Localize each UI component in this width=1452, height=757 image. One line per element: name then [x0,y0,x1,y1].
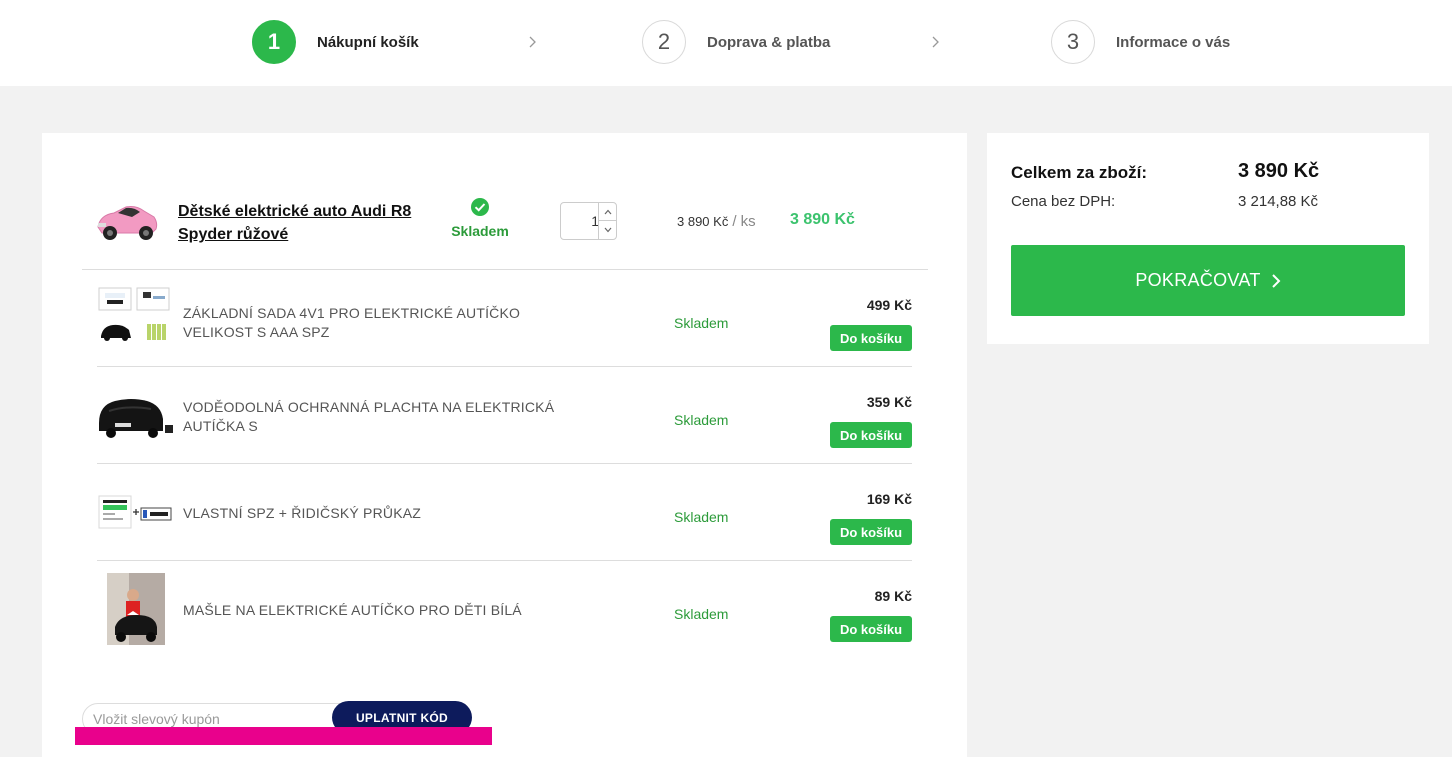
product-image[interactable] [97,375,173,453]
add-to-cart-button[interactable]: Do košíku [830,325,912,351]
product-name-link[interactable]: Dětské elektrické auto Audi R8 Spyder rů… [178,200,438,246]
total-value: 3 890 Kč [1238,160,1320,182]
check-circle-icon [471,198,489,216]
product-name[interactable]: ZÁKLADNÍ SADA 4V1 PRO ELEKTRICKÉ AUTÍČKO… [183,304,563,342]
quantity-value[interactable]: 1 [561,203,599,239]
stock-label: Skladem [674,606,729,622]
price-without-vat-value: 3 214,88 Kč [1238,193,1319,210]
step-cart[interactable]: 1 Nákupní košík [252,20,419,64]
list-item: VLASTNÍ SPZ + ŘIDIČSKÝ PRŮKAZ Skladem 16… [97,464,912,561]
chevron-down-icon [604,227,611,233]
unit-suffix: / ks [732,213,756,230]
add-to-cart-button[interactable]: Do košíku [830,519,912,545]
stock-status: Skladem [450,197,510,239]
continue-button[interactable]: POKRAČOVAT [1011,245,1405,316]
product-price: 89 Kč [874,588,912,604]
checkout-steps: 1 Nákupní košík 2 Doprava & platba 3 Inf… [0,0,1452,86]
stock-label: Skladem [451,223,509,239]
total-label: Celkem za zboží: [1011,163,1148,182]
pink-ride-on-car-image[interactable] [92,195,160,245]
list-item: MAŠLE NA ELEKTRICKÉ AUTÍČKO PRO DĚTI BÍL… [97,561,912,658]
product-price: 499 Kč [866,297,912,313]
quantity-decrease-button[interactable] [598,221,616,239]
add-to-cart-button[interactable]: Do košíku [830,616,912,642]
cart-panel: Dětské elektrické auto Audi R8 Spyder rů… [42,133,967,757]
chevron-right-icon [1271,273,1281,288]
list-item: ZÁKLADNÍ SADA 4V1 PRO ELEKTRICKÉ AUTÍČKO… [97,270,912,367]
stock-label: Skladem [674,412,729,428]
quantity-stepper[interactable]: 1 [560,202,617,240]
step-shipping-payment[interactable]: 2 Doprava & platba [642,20,830,64]
stock-label: Skladem [674,509,729,525]
chevron-right-icon [529,36,536,48]
stock-label: Skladem [674,315,729,331]
quantity-increase-button[interactable] [598,203,616,221]
promo-bar [75,727,492,745]
product-name[interactable]: MAŠLE NA ELEKTRICKÉ AUTÍČKO PRO DĚTI BÍL… [183,601,563,620]
list-item: VODĚODOLNÁ OCHRANNÁ PLACHTA NA ELEKTRICK… [97,367,912,464]
product-name[interactable]: VODĚODOLNÁ OCHRANNÁ PLACHTA NA ELEKTRICK… [183,398,563,436]
step-number: 3 [1051,20,1095,64]
add-to-cart-button[interactable]: Do košíku [830,422,912,448]
chevron-up-icon [604,209,611,214]
product-price: 169 Kč [866,491,912,507]
cart-item: Dětské elektrické auto Audi R8 Spyder rů… [42,133,967,270]
product-image[interactable] [97,472,173,550]
step-label: Nákupní košík [317,33,419,51]
product-image[interactable] [97,569,173,647]
product-name[interactable]: VLASTNÍ SPZ + ŘIDIČSKÝ PRŮKAZ [183,504,563,523]
chevron-right-icon [932,36,939,48]
step-label: Informace o vás [1116,33,1231,51]
step-customer-info[interactable]: 3 Informace o vás [1051,20,1230,64]
price-without-vat-label: Cena bez DPH: [1011,193,1116,210]
product-price: 359 Kč [866,394,912,410]
step-number: 2 [642,20,686,64]
step-number: 1 [252,20,296,64]
continue-label: POKRAČOVAT [1135,270,1261,290]
line-total: 3 890 Kč [790,211,855,228]
product-image[interactable] [97,278,173,356]
order-summary: Celkem za zboží: 3 890 Kč Cena bez DPH: … [987,133,1429,344]
step-label: Doprava & platba [707,33,831,51]
unit-price-value: 3 890 Kč [677,214,729,229]
unit-price: 3 890 Kč / ks [677,213,756,230]
